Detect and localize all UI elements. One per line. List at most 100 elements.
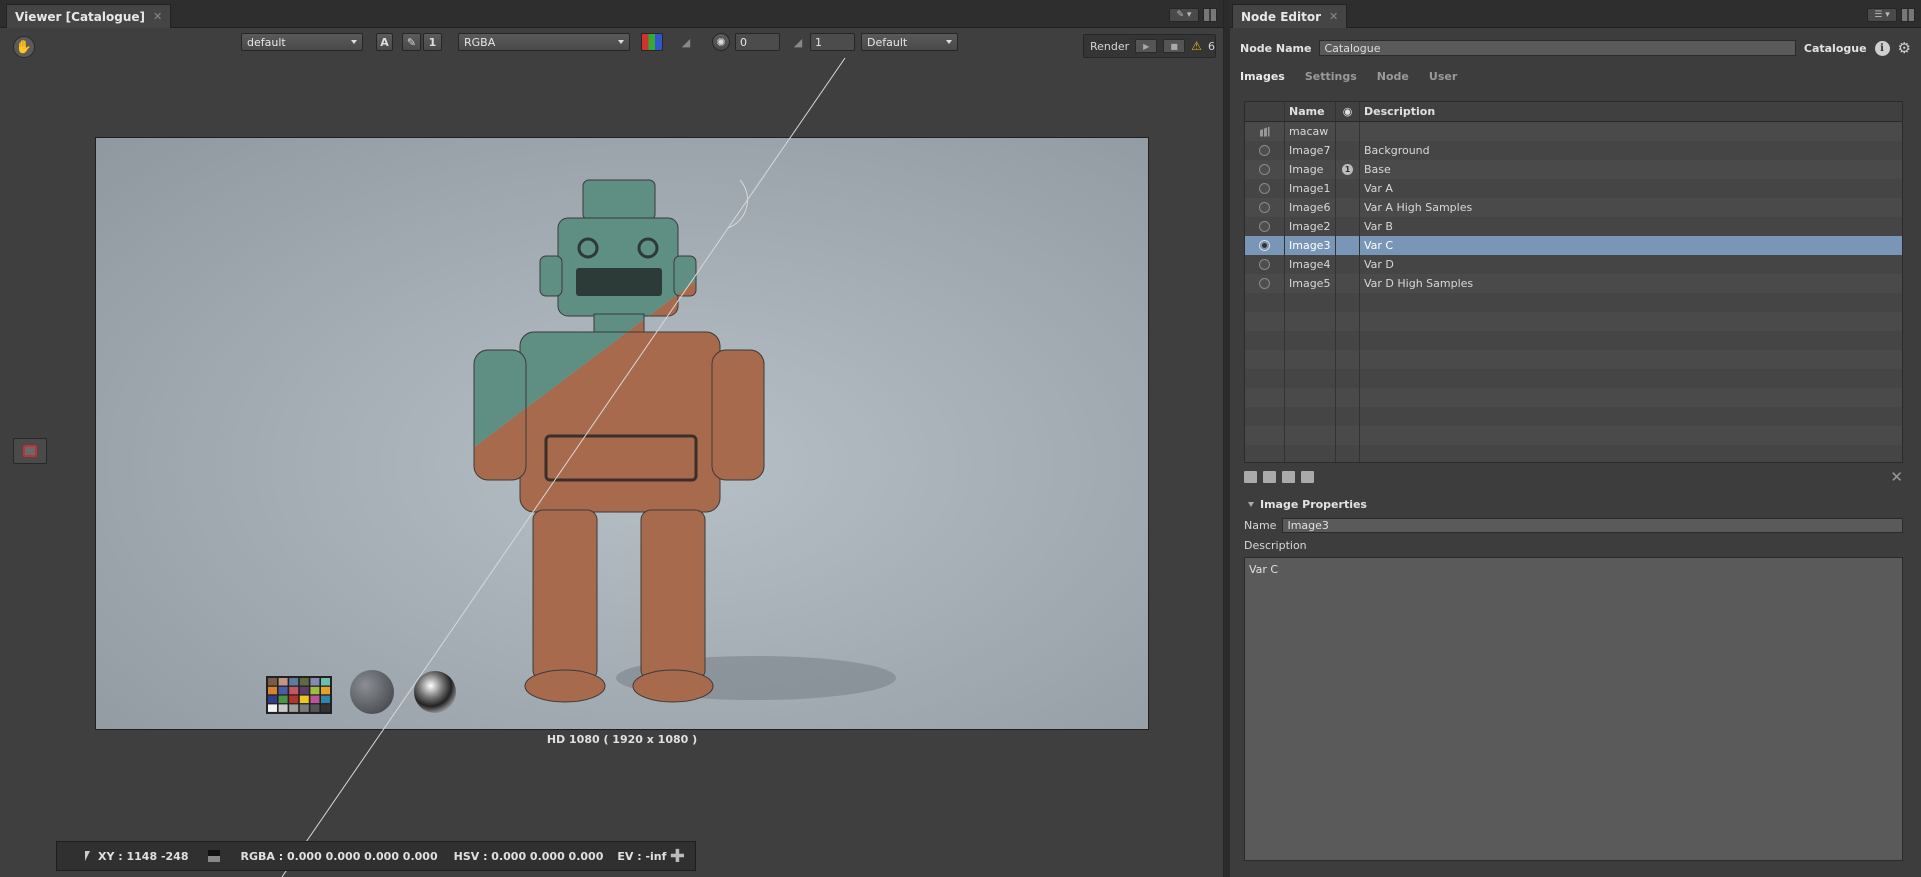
- tab-images[interactable]: Images: [1240, 70, 1285, 90]
- node-editor-tab[interactable]: Node Editor ✕: [1232, 4, 1348, 28]
- plus-icon[interactable]: ✚: [670, 846, 685, 867]
- table-row[interactable]: Image1 Var A: [1245, 179, 1902, 198]
- table-row[interactable]: Image4 Var D: [1245, 255, 1902, 274]
- row-select-cell[interactable]: [1245, 160, 1285, 179]
- gamma-icon: ◢: [793, 35, 803, 49]
- tab-node[interactable]: Node: [1377, 70, 1409, 90]
- table-row[interactable]: Image7 Background: [1245, 141, 1902, 160]
- radio-button[interactable]: [1259, 183, 1270, 194]
- row-select-cell[interactable]: [1245, 236, 1285, 255]
- radio-button[interactable]: [1259, 278, 1270, 289]
- info-icon[interactable]: i: [1874, 40, 1890, 56]
- one-button[interactable]: 1: [423, 33, 442, 51]
- delete-icon[interactable]: ✕: [1890, 468, 1903, 486]
- viewer-tab[interactable]: Viewer [Catalogue] ✕: [6, 4, 172, 28]
- gear-icon[interactable]: ⚙: [1898, 39, 1911, 57]
- table-row[interactable]: Image5 Var D High Samples: [1245, 274, 1902, 293]
- warning-count: 6: [1207, 39, 1215, 53]
- row-name: macaw: [1285, 122, 1336, 141]
- radio-button[interactable]: [1259, 202, 1270, 213]
- row-name: Image3: [1285, 236, 1336, 255]
- stop-icon[interactable]: ■: [1163, 39, 1186, 53]
- empty-row: [1245, 293, 1902, 312]
- radio-button[interactable]: [1259, 240, 1270, 251]
- node-name-input[interactable]: Catalogue: [1319, 40, 1796, 56]
- row-select-cell[interactable]: [1245, 217, 1285, 236]
- viewer-panel: Viewer [Catalogue] ✕ ✎ ▾ ✋ default A ✎ 1…: [0, 0, 1224, 877]
- description-textarea[interactable]: Var C: [1244, 557, 1903, 861]
- row-description: [1360, 122, 1902, 141]
- table-row[interactable]: Image2 Var B: [1245, 217, 1902, 236]
- duplicate-icon[interactable]: [1263, 471, 1276, 483]
- row-master-cell[interactable]: [1336, 122, 1360, 141]
- radio-button[interactable]: [1259, 145, 1270, 156]
- folder-icon[interactable]: [1244, 471, 1257, 483]
- table-toolbar: ✕: [1244, 468, 1903, 486]
- pane-menu-button[interactable]: ✎ ▾: [1169, 8, 1199, 22]
- row-description: Base: [1364, 163, 1391, 176]
- row-master-cell[interactable]: [1336, 141, 1360, 160]
- row-name: Image6: [1285, 198, 1336, 217]
- image-properties-header[interactable]: Image Properties: [1248, 498, 1367, 511]
- table-row[interactable]: Image6 Var A High Samples: [1245, 198, 1902, 217]
- row-master-cell[interactable]: 1: [1336, 160, 1360, 179]
- row-master-cell[interactable]: [1336, 255, 1360, 274]
- row-master-cell[interactable]: [1336, 274, 1360, 293]
- cursor-icon: [85, 851, 90, 861]
- play-icon[interactable]: ▶: [1135, 39, 1158, 53]
- empty-row: [1245, 369, 1902, 388]
- a-button[interactable]: A: [376, 33, 393, 51]
- exposure-field[interactable]: 0: [735, 33, 780, 51]
- render-canvas[interactable]: [95, 137, 1149, 730]
- rgb-channels-icon[interactable]: [641, 33, 663, 51]
- warning-icon[interactable]: ⚠: [1191, 39, 1202, 53]
- row-select-cell[interactable]: [1245, 122, 1285, 141]
- close-icon[interactable]: ✕: [1329, 10, 1338, 23]
- row-select-cell[interactable]: [1245, 141, 1285, 160]
- region-tool-button[interactable]: [13, 438, 47, 464]
- row-master-cell[interactable]: [1336, 179, 1360, 198]
- tab-settings[interactable]: Settings: [1305, 70, 1357, 90]
- image-name-input[interactable]: Image3: [1282, 518, 1903, 533]
- row-select-cell[interactable]: [1245, 179, 1285, 198]
- empty-row: [1245, 350, 1902, 369]
- tab-user[interactable]: User: [1429, 70, 1457, 90]
- resolution-label: HD 1080 ( 1920 x 1080 ): [546, 733, 698, 746]
- row-master-cell[interactable]: [1336, 198, 1360, 217]
- empty-row: [1245, 331, 1902, 350]
- row-select-cell[interactable]: [1245, 274, 1285, 293]
- table-body: macaw Image7 Background Image 1 Base Image1 Var…: [1245, 122, 1902, 462]
- row-master-cell[interactable]: [1336, 236, 1360, 255]
- master-badge: 1: [1342, 164, 1353, 175]
- table-row[interactable]: Image3 Var C: [1245, 236, 1902, 255]
- channels-dropdown[interactable]: RGBA: [458, 33, 630, 51]
- layout-grid-icon[interactable]: [1901, 8, 1915, 22]
- table-row[interactable]: macaw: [1245, 122, 1902, 141]
- list-icon[interactable]: [1282, 471, 1295, 483]
- close-icon[interactable]: ✕: [153, 10, 162, 23]
- radio-button[interactable]: [1259, 221, 1270, 232]
- header-name[interactable]: Name: [1285, 102, 1336, 121]
- empty-row: [1245, 407, 1902, 426]
- chevron-down-icon: [618, 40, 624, 44]
- lut-dropdown[interactable]: default: [241, 33, 363, 51]
- pin-icon[interactable]: [1301, 471, 1314, 483]
- row-select-cell[interactable]: [1245, 255, 1285, 274]
- pane-menu-button[interactable]: ☰ ▾: [1867, 8, 1897, 22]
- table-row[interactable]: Image 1 Base: [1245, 160, 1902, 179]
- row-name: Image5: [1285, 274, 1336, 293]
- rgba-readout: RGBA : 0.000 0.000 0.000 0.000: [240, 849, 438, 863]
- radio-button[interactable]: [1259, 164, 1270, 175]
- row-select-cell[interactable]: [1245, 198, 1285, 217]
- master-header-icon[interactable]: ◉: [1336, 102, 1360, 121]
- header-select: [1245, 102, 1285, 121]
- layout-grid-icon[interactable]: [1203, 8, 1217, 22]
- ev-readout: EV : -inf: [617, 849, 667, 863]
- header-description[interactable]: Description: [1360, 102, 1902, 121]
- aperture-icon[interactable]: ✺: [712, 33, 730, 51]
- gamma-field[interactable]: 1: [810, 33, 855, 51]
- display-dropdown[interactable]: Default: [861, 33, 958, 51]
- row-master-cell[interactable]: [1336, 217, 1360, 236]
- pen-icon[interactable]: ✎: [402, 33, 421, 51]
- radio-button[interactable]: [1259, 259, 1270, 270]
